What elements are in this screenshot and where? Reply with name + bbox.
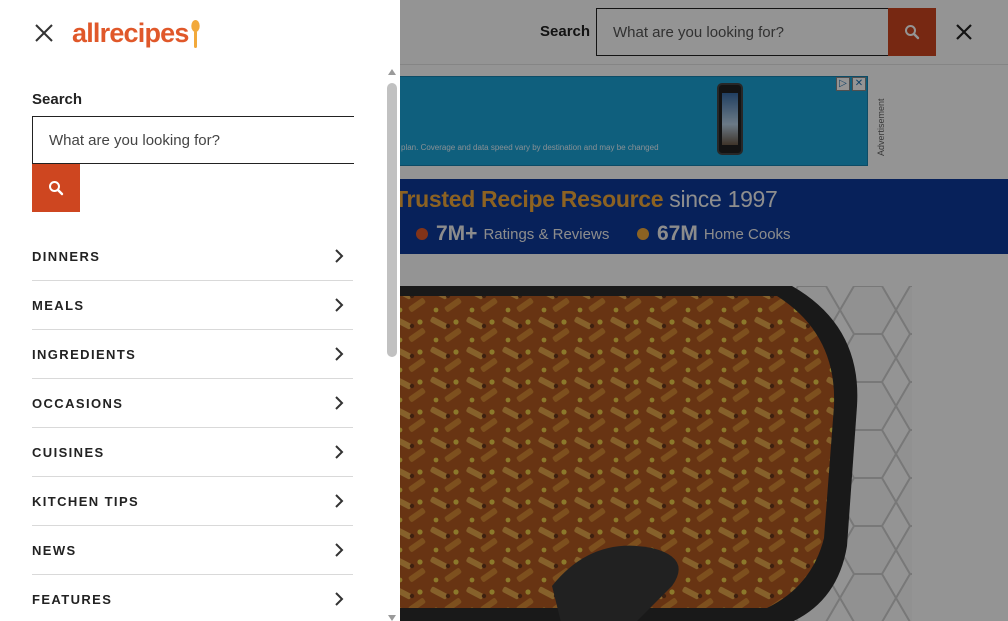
- nav-item-dinners[interactable]: DINNERS: [32, 232, 353, 281]
- nav-item-label: CUISINES: [32, 444, 105, 460]
- nav-item-kitchen-tips[interactable]: KITCHEN TIPS: [32, 477, 353, 526]
- chevron-right-icon[interactable]: [329, 246, 349, 266]
- close-icon: [35, 24, 53, 42]
- chevron-right-icon[interactable]: [329, 540, 349, 560]
- chevron-right-icon[interactable]: [329, 442, 349, 462]
- nav-item-occasions[interactable]: OCCASIONS: [32, 379, 353, 428]
- nav-item-label: INGREDIENTS: [32, 346, 137, 362]
- drawer-search-label: Search: [32, 91, 83, 108]
- nav-item-label: OCCASIONS: [32, 395, 124, 411]
- nav-item-label: DINNERS: [32, 248, 101, 264]
- nav-item-label: NEWS: [32, 542, 77, 558]
- drawer-nav-list: DINNERS MEALS INGREDIENTS OCCASIONS CUISINES…: [32, 232, 353, 621]
- nav-item-cuisines[interactable]: CUISINES: [32, 428, 353, 477]
- drawer-search-button[interactable]: [32, 164, 80, 212]
- chevron-right-icon[interactable]: [329, 589, 349, 609]
- chevron-right-icon[interactable]: [329, 393, 349, 413]
- drawer-search-input[interactable]: [32, 116, 354, 164]
- navigation-drawer: allrecipes Search DINNERS MEALS INGREDIENT…: [0, 0, 400, 621]
- spoon-icon: [190, 20, 200, 48]
- drawer-close-button[interactable]: [32, 21, 56, 45]
- nav-item-label: KITCHEN TIPS: [32, 493, 140, 509]
- allrecipes-logo[interactable]: allrecipes: [72, 16, 200, 50]
- scroll-down-arrow[interactable]: [388, 615, 396, 621]
- nav-item-label: MEALS: [32, 297, 85, 313]
- scroll-thumb[interactable]: [387, 83, 397, 357]
- scroll-up-arrow[interactable]: [388, 69, 396, 75]
- search-icon: [49, 181, 64, 196]
- nav-item-features[interactable]: FEATURES: [32, 575, 353, 621]
- chevron-right-icon[interactable]: [329, 295, 349, 315]
- chevron-right-icon[interactable]: [329, 491, 349, 511]
- nav-item-ingredients[interactable]: INGREDIENTS: [32, 330, 353, 379]
- nav-item-label: FEATURES: [32, 591, 113, 607]
- nav-item-meals[interactable]: MEALS: [32, 281, 353, 330]
- chevron-right-icon[interactable]: [329, 344, 349, 364]
- drawer-scrollbar[interactable]: [386, 67, 398, 621]
- nav-item-news[interactable]: NEWS: [32, 526, 353, 575]
